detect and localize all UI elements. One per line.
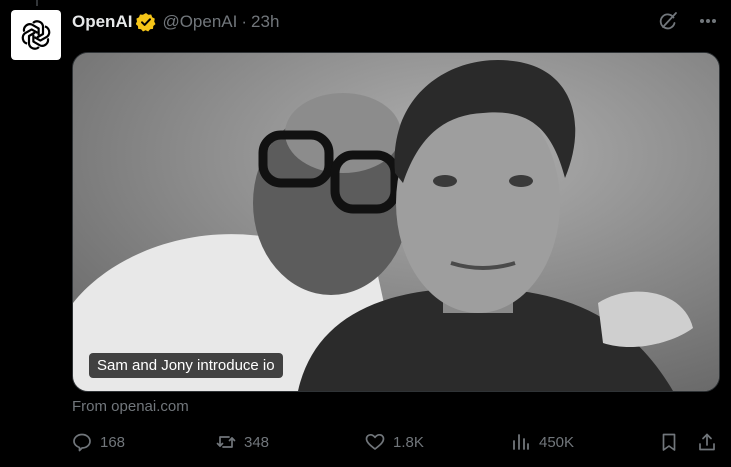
repost-icon xyxy=(216,436,236,448)
views-button[interactable]: 450K xyxy=(511,432,574,452)
thread-line xyxy=(36,0,38,6)
openai-logo-icon xyxy=(21,20,51,50)
reply-button[interactable]: 168 xyxy=(72,432,125,452)
views-icon xyxy=(513,434,529,450)
share-icon xyxy=(699,433,715,451)
reply-icon xyxy=(73,433,91,452)
post-top-actions xyxy=(657,10,719,32)
like-count: 1.8K xyxy=(393,433,424,451)
bookmark-icon xyxy=(662,433,676,451)
author-handle[interactable]: @OpenAI xyxy=(162,12,237,32)
views-count: 450K xyxy=(539,433,575,451)
author-name[interactable]: OpenAI xyxy=(72,12,132,32)
bookmark-button[interactable] xyxy=(659,432,679,452)
separator-dot: · xyxy=(241,12,248,31)
portrait-illustration xyxy=(73,53,719,391)
link-source[interactable]: From openai.com xyxy=(72,398,189,415)
reply-count: 168 xyxy=(100,433,126,451)
media-caption: Sam and Jony introduce io xyxy=(89,353,283,378)
avatar[interactable] xyxy=(11,10,61,60)
more-icon[interactable] xyxy=(697,10,719,32)
repost-count: 348 xyxy=(244,433,270,451)
like-button[interactable]: 1.8K xyxy=(365,432,424,452)
share-button[interactable] xyxy=(697,432,717,452)
like-icon xyxy=(365,433,385,450)
post-action-bar: 168 348 1.8K 450K xyxy=(72,432,722,458)
post-header: OpenAI @OpenAI · 23h xyxy=(72,11,279,33)
post-media-image[interactable]: Sam and Jony introduce io xyxy=(72,52,720,392)
post-timestamp[interactable]: 23h xyxy=(251,12,279,32)
repost-button[interactable]: 348 xyxy=(216,432,269,452)
grok-icon[interactable] xyxy=(657,10,679,32)
verified-badge-icon[interactable] xyxy=(136,12,156,32)
